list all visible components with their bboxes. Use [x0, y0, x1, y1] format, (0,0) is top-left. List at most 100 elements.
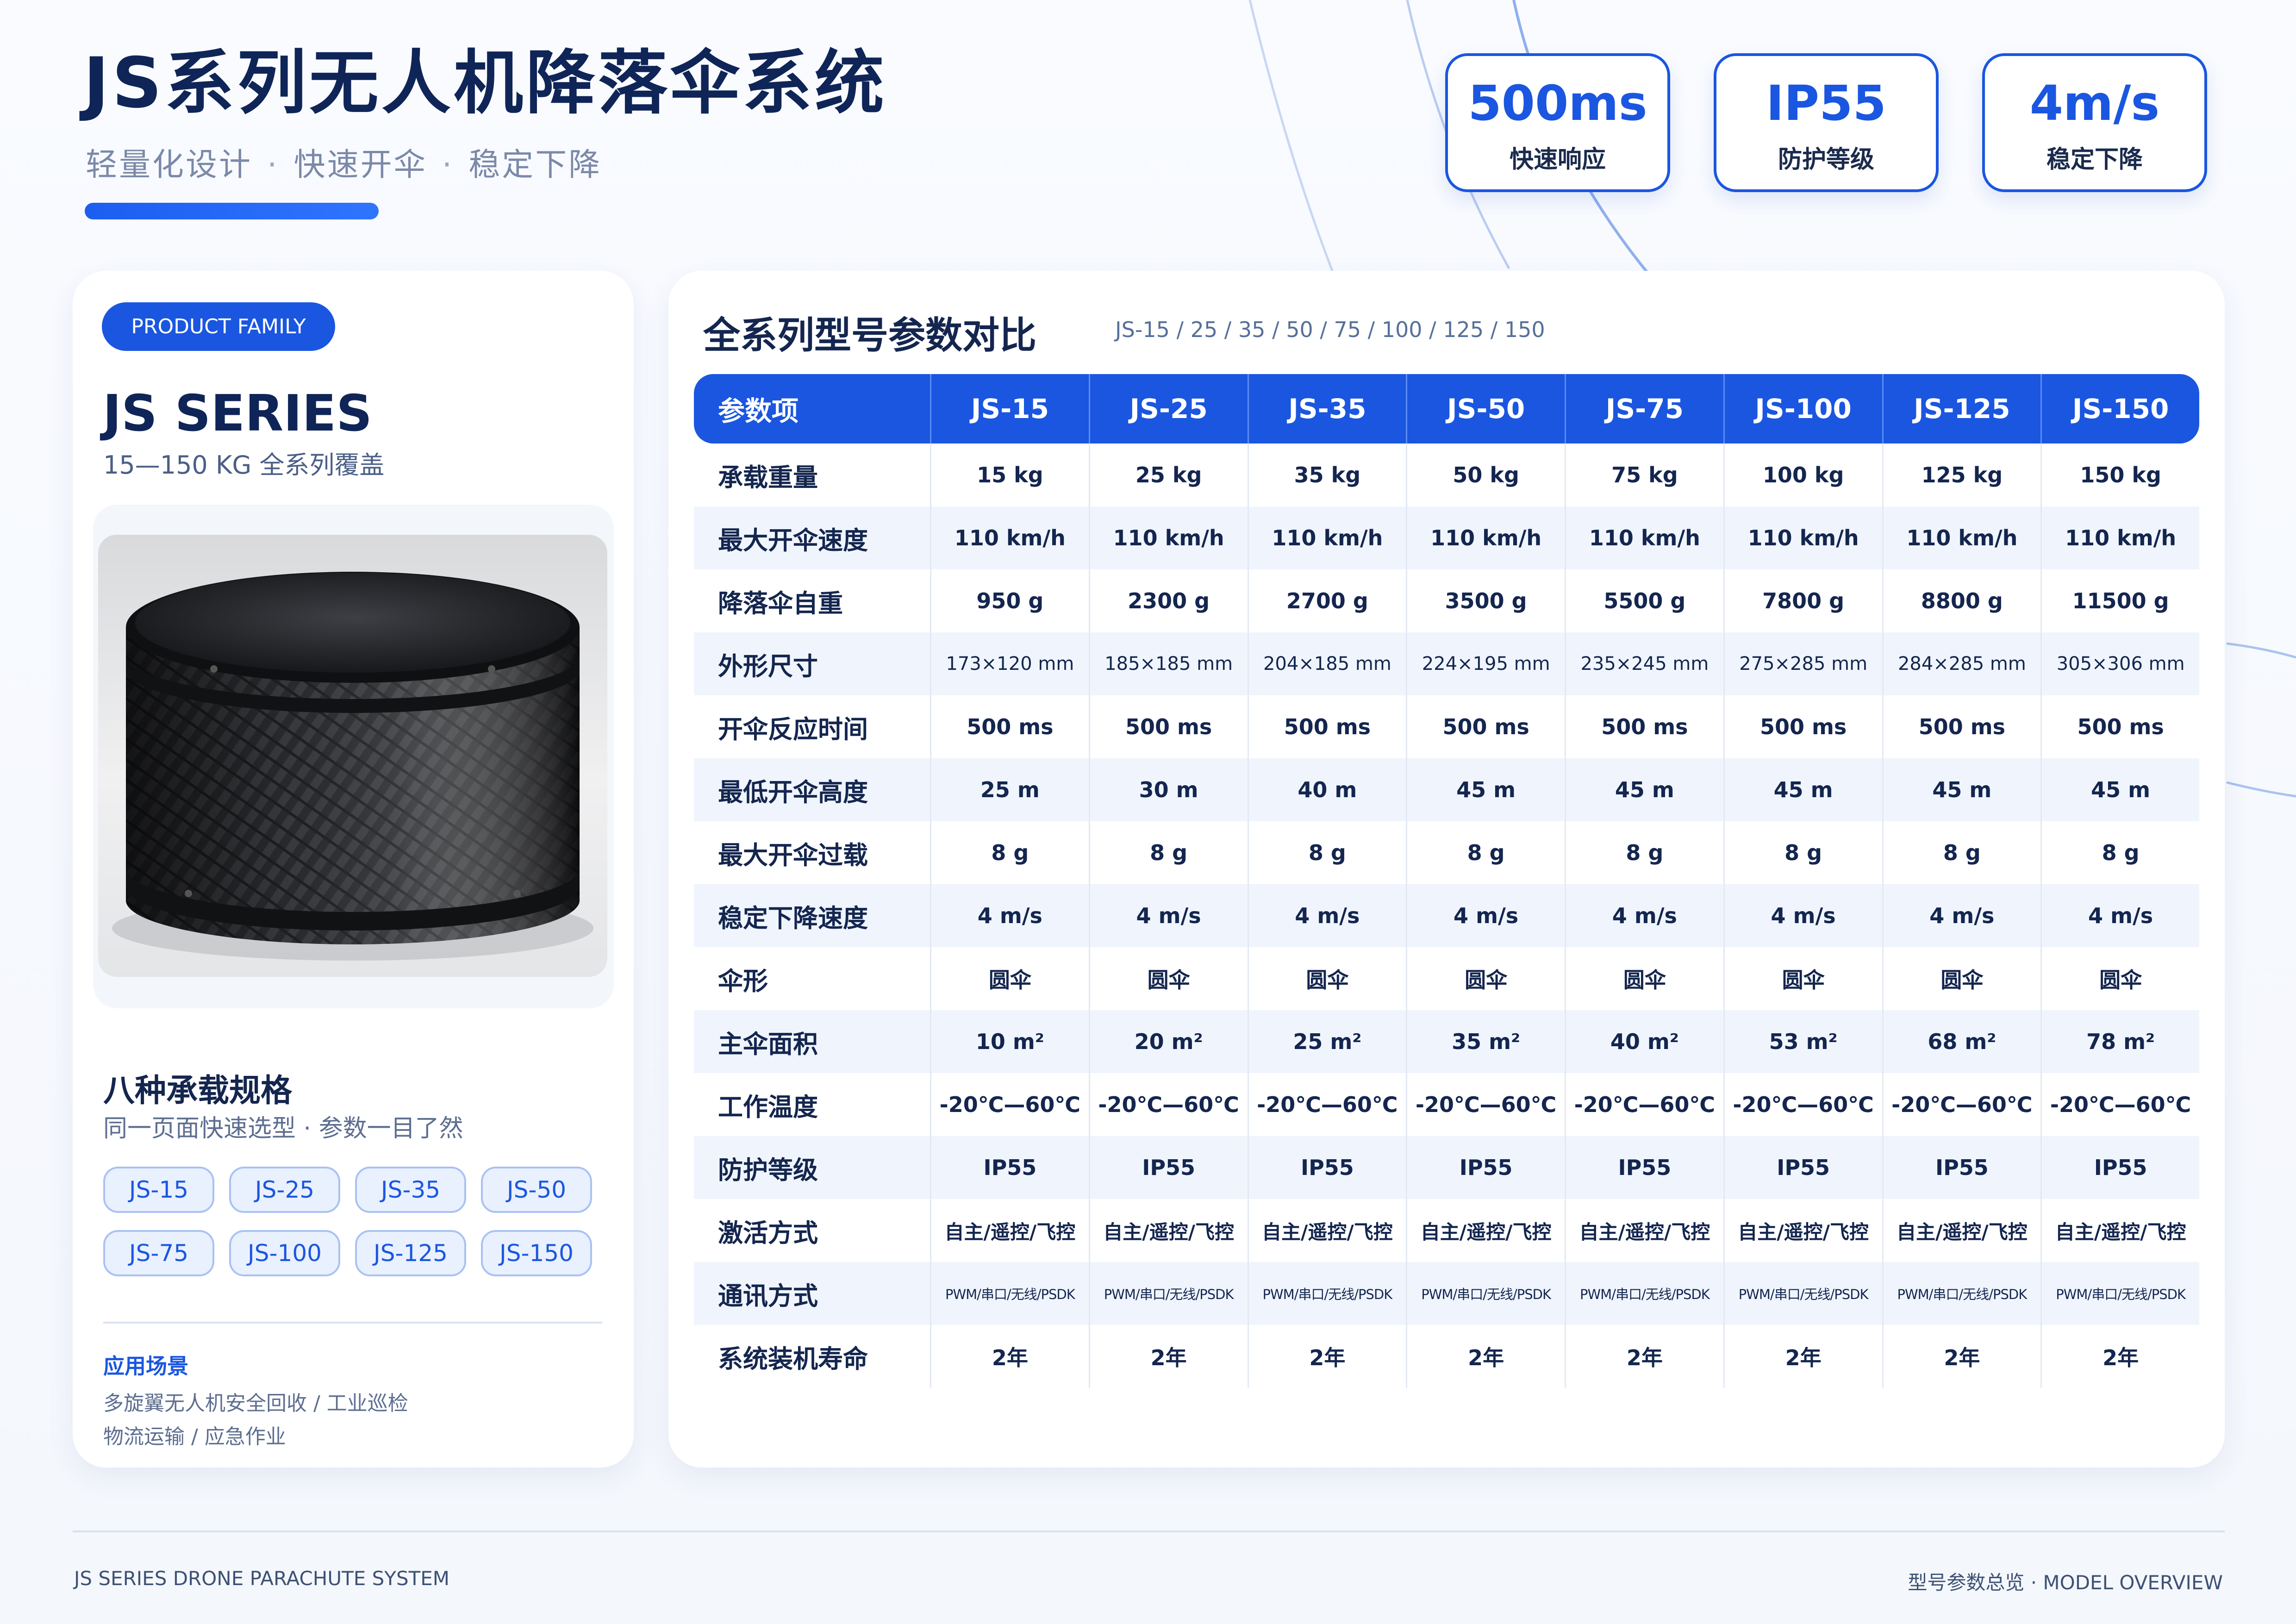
footer-left-text: JS SERIES DRONE PARACHUTE SYSTEM: [74, 1567, 450, 1590]
table-cell: 500 ms: [1247, 695, 1406, 758]
table-cell: IP55: [1406, 1136, 1565, 1199]
table-cell: 50 kg: [1406, 443, 1565, 506]
stat-card-response: 500ms 快速响应: [1445, 53, 1670, 192]
spec-comparison-card: 全系列型号参数对比 JS-15 / 25 / 35 / 50 / 75 / 10…: [668, 271, 2225, 1468]
table-cell: 40 m: [1247, 758, 1406, 821]
table-cell: -20℃—60℃: [1406, 1073, 1565, 1136]
column-header-model: JS-125: [1882, 374, 2041, 443]
model-chip-js75[interactable]: JS-75: [103, 1230, 214, 1276]
table-cell: 110 km/h: [1247, 506, 1406, 569]
table-cell: 224×195 mm: [1406, 632, 1565, 695]
table-cell: 自主/遥控/飞控: [1406, 1199, 1565, 1262]
table-cell: PWM/串口/无线/PSDK: [930, 1262, 1089, 1325]
table-row: 最大开伞速度 110 km/h 110 km/h 110 km/h 110 km/h 11…: [694, 506, 2199, 569]
table-cell: 5500 g: [1565, 569, 1723, 632]
model-chip-js25[interactable]: JS-25: [229, 1167, 340, 1213]
row-label: 最低开伞高度: [694, 758, 930, 821]
table-cell: 2年: [1247, 1325, 1406, 1388]
table-cell: 圆伞: [1088, 947, 1248, 1010]
model-chip-js150[interactable]: JS-150: [481, 1230, 592, 1276]
table-cell: 78 m²: [2040, 1010, 2199, 1073]
application-line: 物流运输 / 应急作业: [103, 1425, 286, 1449]
table-cell: IP55: [1247, 1136, 1406, 1199]
table-cell: 4 m/s: [2040, 884, 2199, 947]
series-range: 15—150 KG 全系列覆盖: [103, 450, 385, 480]
table-cell: 284×285 mm: [1882, 632, 2041, 695]
table-cell: -20℃—60℃: [1247, 1073, 1406, 1136]
table-row: 通讯方式 PWM/串口/无线/PSDK PWM/串口/无线/PSDK PWM/串口/无…: [694, 1262, 2199, 1325]
model-chip-js35[interactable]: JS-35: [355, 1167, 466, 1213]
table-cell: 8800 g: [1882, 569, 2041, 632]
table-row: 承载重量 15 kg 25 kg 35 kg 50 kg 75 kg 100 kg 125 k…: [694, 443, 2199, 506]
table-cell: 4 m/s: [1723, 884, 1882, 947]
column-header-model: JS-50: [1406, 374, 1565, 443]
column-header-model: JS-35: [1247, 374, 1406, 443]
table-cell: 500 ms: [1406, 695, 1565, 758]
table-cell: 35 m²: [1406, 1010, 1565, 1073]
stat-card-descent: 4m/s 稳定下降: [1982, 53, 2207, 192]
table-cell: -20℃—60℃: [1882, 1073, 2041, 1136]
table-cell: 110 km/h: [1088, 506, 1248, 569]
table-cell: 2700 g: [1247, 569, 1406, 632]
stat-label: 防护等级: [1778, 146, 1874, 174]
table-row: 防护等级 IP55 IP55 IP55 IP55 IP55 IP55 IP55 IP55: [694, 1136, 2199, 1199]
table-cell: PWM/串口/无线/PSDK: [1088, 1262, 1248, 1325]
stat-label: 稳定下降: [2046, 146, 2143, 174]
table-cell: 150 kg: [2040, 443, 2199, 506]
table-cell: 圆伞: [1247, 947, 1406, 1010]
row-label: 工作温度: [718, 1092, 818, 1122]
table-cell: 2年: [1723, 1325, 1882, 1388]
table-cell: 35 kg: [1247, 443, 1406, 506]
table-cell: 自主/遥控/飞控: [2040, 1199, 2199, 1262]
stat-card-protection: IP55 防护等级: [1714, 53, 1939, 192]
model-chip-js15[interactable]: JS-15: [103, 1167, 214, 1213]
row-label: 激活方式: [718, 1218, 818, 1248]
table-cell: 20 m²: [1088, 1010, 1248, 1073]
row-label: 最大开伞速度: [694, 506, 930, 569]
table-cell: 自主/遥控/飞控: [1247, 1199, 1406, 1262]
model-chip-js50[interactable]: JS-50: [481, 1167, 592, 1213]
table-cell: 235×245 mm: [1565, 632, 1723, 695]
spec-count-subheading: 同一页面快速选型 · 参数一目了然: [103, 1115, 463, 1143]
tagline-separator: ·: [442, 147, 454, 183]
table-cell: 500 ms: [1565, 695, 1723, 758]
spec-count-heading: 八种承载规格: [103, 1073, 293, 1109]
table-row: 稳定下降速度 4 m/s 4 m/s 4 m/s 4 m/s 4 m/s 4 m/s 4 m/…: [694, 884, 2199, 947]
table-cell: 8 g: [930, 821, 1089, 884]
table-cell: 8 g: [1723, 821, 1882, 884]
model-chip-js100[interactable]: JS-100: [229, 1230, 340, 1276]
table-cell: 204×185 mm: [1247, 632, 1406, 695]
parachute-canister-image: [98, 535, 607, 977]
row-label: 外形尺寸: [694, 632, 930, 695]
table-cell: 110 km/h: [1723, 506, 1882, 569]
table-cell: 7800 g: [1723, 569, 1882, 632]
table-cell: 圆伞: [930, 947, 1089, 1010]
table-cell: 2年: [930, 1325, 1089, 1388]
table-cell: 25 m: [930, 758, 1089, 821]
table-cell: PWM/串口/无线/PSDK: [1565, 1262, 1723, 1325]
model-chip-js125[interactable]: JS-125: [355, 1230, 466, 1276]
row-label: 主伞面积: [694, 1010, 930, 1073]
table-row: 系统装机寿命 2年 2年 2年 2年 2年 2年 2年 2年: [694, 1325, 2199, 1388]
table-cell: -20℃—60℃: [1565, 1073, 1723, 1136]
table-cell: 2年: [1565, 1325, 1723, 1388]
table-cell: 2年: [2040, 1325, 2199, 1388]
column-header-model: JS-25: [1088, 374, 1248, 443]
tagline-item: 稳定下降: [468, 147, 602, 183]
table-cell: 圆伞: [1723, 947, 1882, 1010]
column-header-model: JS-150: [2040, 374, 2199, 443]
table-cell: 自主/遥控/飞控: [1088, 1199, 1248, 1262]
table-cell: 45 m: [2040, 758, 2199, 821]
table-row: 最大开伞过载 8 g8 g8 g8 g8 g8 g8 g8 g: [694, 821, 2199, 884]
table-cell: 8 g: [1247, 821, 1406, 884]
table-cell: 4 m/s: [1088, 884, 1248, 947]
table-cell: PWM/串口/无线/PSDK: [1406, 1262, 1565, 1325]
table-cell: 40 m²: [1565, 1010, 1723, 1073]
row-label: 降落伞自重: [718, 588, 843, 618]
table-cell: 500 ms: [2040, 695, 2199, 758]
table-row: 工作温度 -20℃—60℃ -20℃—60℃ -20℃—60℃ -20℃—60℃ -20℃…: [694, 1073, 2199, 1136]
tagline-item: 快速开伞: [293, 147, 427, 183]
table-cell: IP55: [930, 1136, 1089, 1199]
table-cell: 75 kg: [1565, 443, 1723, 506]
footer-divider: [73, 1530, 2225, 1532]
